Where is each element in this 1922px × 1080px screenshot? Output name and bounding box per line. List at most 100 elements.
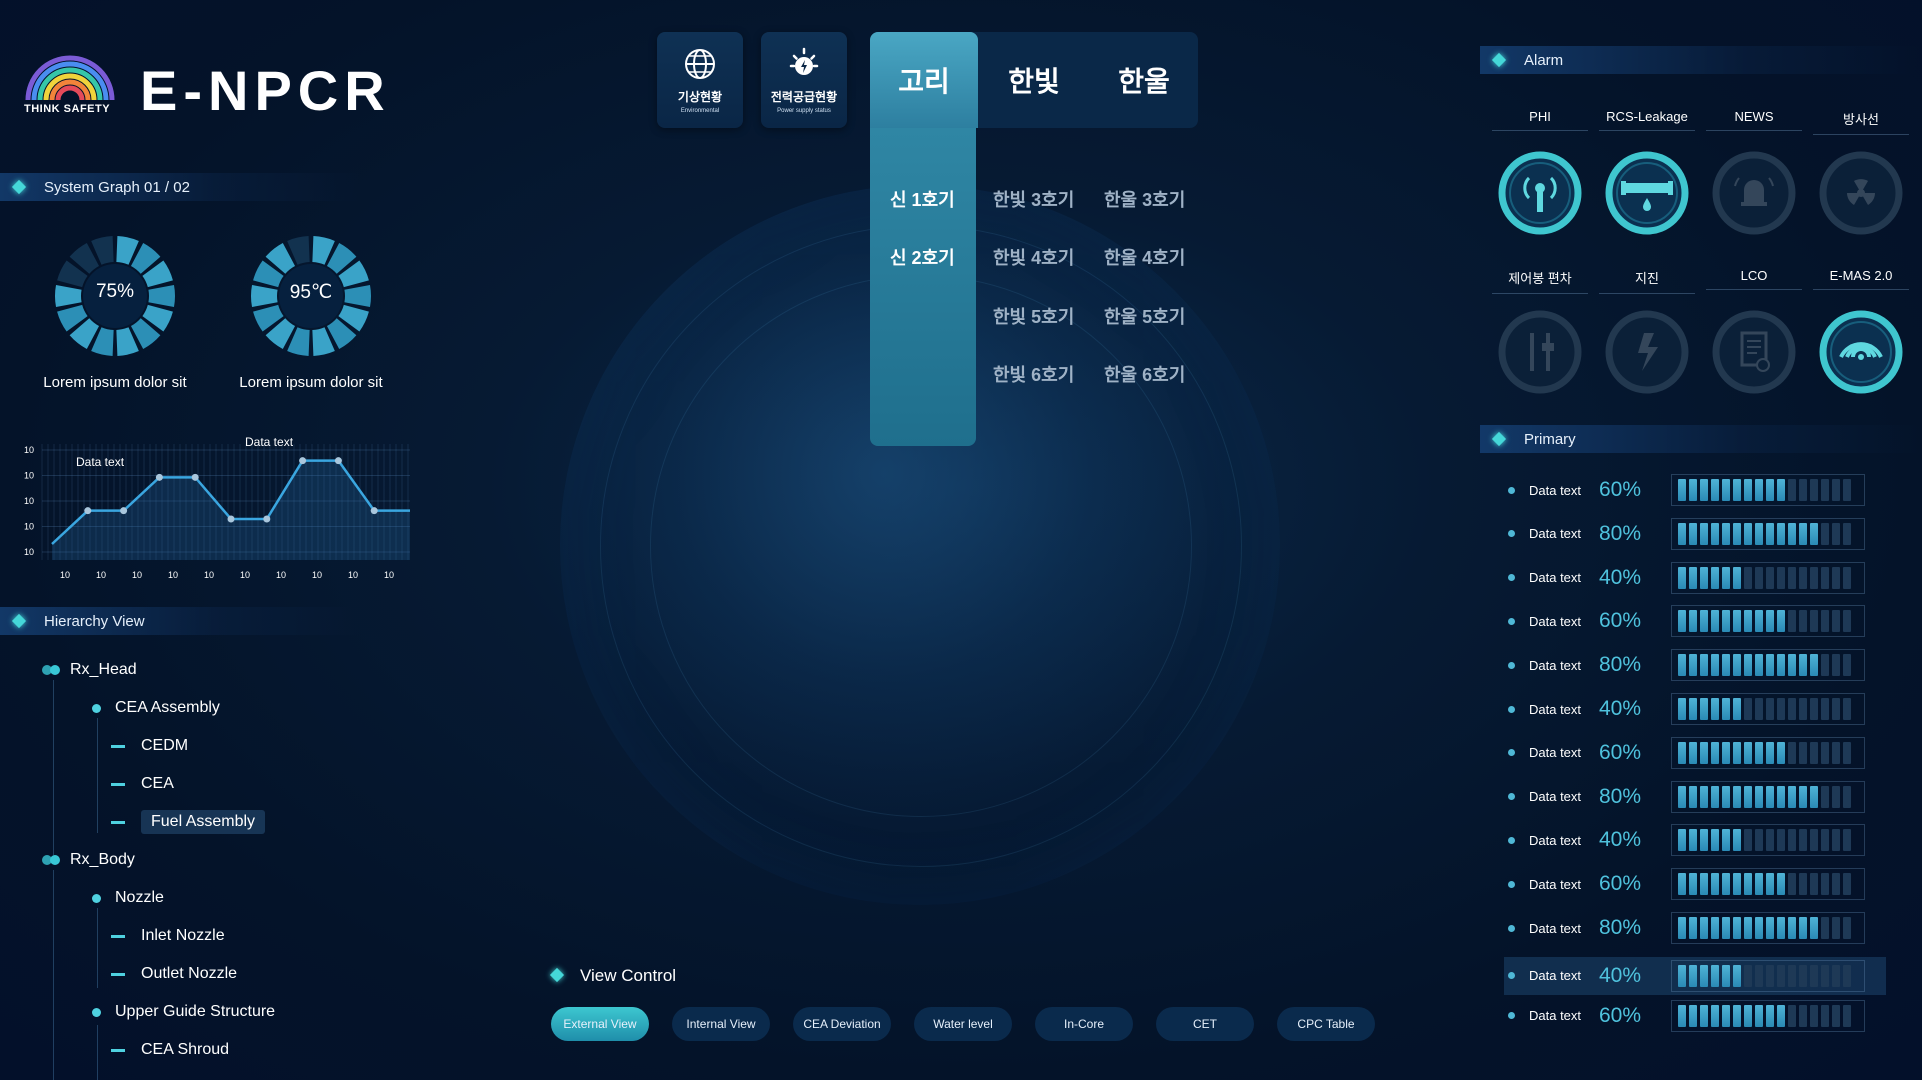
bar-segment [1810,522,1818,545]
bar-segment [1700,654,1708,677]
primary-row-bar [1671,824,1865,857]
earthquake-alarm-button[interactable] [1604,309,1690,395]
water-level-button[interactable]: Water level [914,1007,1012,1041]
bar-segment [1843,741,1851,764]
bar-segment [1821,1004,1829,1027]
primary-row-bar [1671,561,1865,594]
bullet-icon [1508,486,1515,494]
bar-segment [1755,1004,1763,1027]
tree-node-label: CEA Assembly [115,699,220,716]
cea-deviation-button[interactable]: CEA Deviation [793,1007,891,1041]
bar-segment [1744,698,1752,720]
bar-segment [1733,654,1741,677]
tree-connector [97,1025,98,1080]
primary-row[interactable]: Data text 40% [1508,824,1865,857]
tree-node-label: Fuel Assembly [141,810,266,834]
system-graph-title: System Graph 01 / 02 [44,178,190,196]
unit-hanul-4[interactable]: 한울 4호기 [1104,244,1185,270]
emas-alarm-button[interactable] [1818,309,1904,395]
tree-node-cea[interactable]: CEA [111,775,174,793]
bar-segment [1711,566,1719,589]
bar-segment [1678,698,1686,720]
tree-node-cea-shroud[interactable]: CEA Shroud [111,1041,229,1059]
tree-node-rx-body[interactable]: Rx_Body [42,851,135,869]
bar-segment [1689,610,1697,633]
primary-row-bar [1671,959,1865,992]
unit-hanbit-5[interactable]: 한빛 5호기 [993,303,1074,329]
rcs-leakage-alarm-button[interactable] [1604,150,1690,236]
primary-row[interactable]: Data text 80% [1508,517,1865,550]
unit-hanul-3[interactable]: 한울 3호기 [1104,186,1185,212]
weather-status-button[interactable]: 기상현황 Environmental [657,32,743,128]
primary-row[interactable]: Data text 60% [1508,474,1865,506]
cpc-table-button[interactable]: CPC Table [1277,1007,1375,1041]
unit-hanbit-6[interactable]: 한빛 6호기 [993,361,1074,387]
primary-row[interactable]: Data text 60% [1508,868,1865,901]
donut-chart-1: 75% [52,233,178,364]
unit-hanbit-3[interactable]: 한빛 3호기 [993,186,1074,212]
control-rod-alarm-button[interactable] [1497,309,1583,395]
bar-segment [1810,1004,1818,1027]
y-tick-label: 10 [24,445,34,455]
bar-segment [1821,566,1829,589]
bar-segment [1678,829,1686,852]
bar-segment [1799,964,1807,987]
tree-node-outlet-nozzle[interactable]: Outlet Nozzle [111,965,237,983]
lco-alarm-button[interactable] [1711,309,1797,395]
bar-segment [1722,698,1730,720]
primary-row[interactable]: Data text 60% [1508,736,1865,769]
tree-node-nozzle[interactable]: Nozzle [92,889,164,907]
chart-annotation: Data text [76,455,125,469]
radiation-alarm-button[interactable] [1818,150,1904,236]
unit-hanul-6[interactable]: 한울 6호기 [1104,361,1185,387]
hierarchy-header: Hierarchy View [0,607,360,635]
bar-segment [1744,1004,1752,1027]
primary-row-value: 40% [1599,565,1642,589]
primary-row[interactable]: Data text 40% [1504,956,1886,995]
external-view-button[interactable]: External View [551,1007,649,1041]
primary-row-label: Data text [1529,1008,1582,1024]
bullet-icon [1508,661,1515,669]
tree-node-cea-assembly[interactable]: CEA Assembly [92,699,220,717]
primary-row[interactable]: Data text 80% [1508,912,1865,944]
alarm-label: LCO [1706,268,1802,290]
primary-row[interactable]: Data text 40% [1508,693,1865,725]
power-status-button[interactable]: 전력공급현황 Power supply status [761,32,847,128]
tree-node-inlet-nozzle[interactable]: Inlet Nozzle [111,927,225,945]
primary-row-bar [1671,999,1865,1032]
line-point [370,507,378,515]
primary-row[interactable]: Data text 80% [1508,780,1865,813]
tab-kori[interactable]: 고리 [870,32,978,128]
unit-hanul-5[interactable]: 한울 5호기 [1104,303,1185,329]
primary-row[interactable]: Data text 60% [1508,999,1865,1032]
bar-segment [1832,522,1840,545]
in-core-button[interactable]: In-Core [1035,1007,1133,1041]
primary-row-label: Data text [1529,701,1582,717]
primary-row[interactable]: Data text 80% [1508,649,1865,682]
tree-node-upper-guide-structure[interactable]: Upper Guide Structure [92,1003,275,1021]
tab-hanul[interactable]: 한울 [1090,32,1198,128]
donut-value: 75% [95,281,135,302]
tree-node-cedm[interactable]: CEDM [111,737,188,755]
bullet-icon [1508,617,1515,625]
bar-segment [1799,610,1807,633]
primary-row[interactable]: Data text 60% [1508,605,1865,638]
cet-button[interactable]: CET [1156,1007,1254,1041]
tree-node-rx-head[interactable]: Rx_Head [42,661,137,679]
unit-shin-1[interactable]: 신 1호기 [890,186,955,212]
bar-segment [1777,698,1785,720]
tab-hanbit[interactable]: 한빛 [980,32,1088,128]
phi-alarm-button[interactable] [1497,150,1583,236]
bar-segment [1843,1004,1851,1027]
leak-icon [1605,151,1689,235]
primary-row-label: Data text [1529,613,1582,629]
unit-shin-2[interactable]: 신 2호기 [890,244,955,270]
tree-node-fuel-assembly[interactable]: Fuel Assembly [111,810,266,834]
primary-row[interactable]: Data text 40% [1508,561,1865,594]
unit-hanbit-4[interactable]: 한빛 4호기 [993,244,1074,270]
news-alarm-button[interactable] [1711,150,1797,236]
bar-segment [1799,829,1807,852]
bar-segment [1810,964,1818,987]
internal-view-button[interactable]: Internal View [672,1007,770,1041]
line-point [227,515,235,523]
